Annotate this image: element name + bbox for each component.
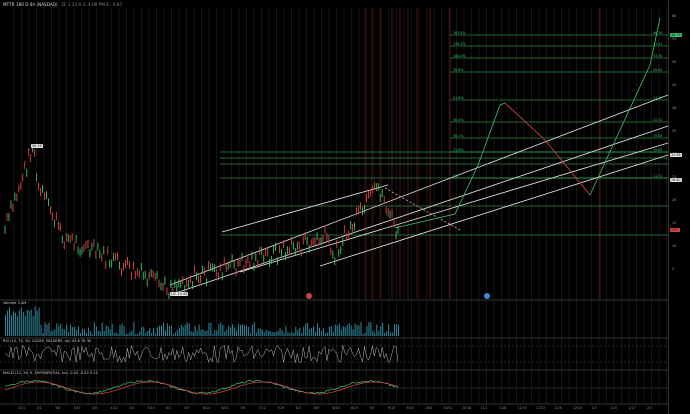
fib-price-label: 24.95 [653,96,663,100]
fib-level-label: 23.6% [453,148,464,152]
date-label: 4/12 [110,406,118,410]
rsi-series [0,344,668,364]
date-label: 1/10 [610,406,618,410]
date-label: 3/1 [36,406,42,410]
fib-price-label: 41.51 [653,42,663,46]
event-circle-red[interactable] [306,293,312,299]
axis-price-label: 20 [672,198,677,202]
volume-bars [5,306,400,336]
date-label: 11/22 [536,406,546,410]
date-label: 11/8 [499,406,507,410]
fib-level-label: 38.2% [453,134,464,138]
fib-level-label: 0% [453,174,459,178]
volume-label: Volume 3.4M [3,301,27,305]
projection-path [394,17,661,229]
event-circle-blue[interactable] [484,293,490,299]
axis-price-badge: 46.76 [670,33,682,37]
date-label: 7/6 [240,406,246,410]
axis-price-label: 5 [672,267,675,271]
fib-price-label: 19.84 [653,134,663,138]
fib-level-label: 50.0% [453,118,464,122]
axis-price-badge: 32.88 [670,153,682,157]
date-label: 2/1 [647,406,653,410]
date-label: 8/16 [332,406,340,410]
price-axis[interactable]: 60555045403530252015105 46.7632.8828.809… [668,0,690,414]
axis-price-label: 10 [672,244,677,248]
date-label: 2/21 [18,406,26,410]
axis-price-label: 45 [672,83,677,87]
date-label: 8/2 [295,406,301,410]
date-label: 5/10 [147,406,155,410]
date-label: 9/7 [369,406,375,410]
macd-label: MACD (12, 26, 9, EXPONENTIAL, no) -0.20 … [3,371,98,375]
axis-price-label: 35 [672,129,677,133]
date-label: 7/19 [277,406,285,410]
date-label: 5/3 [129,406,135,410]
high-marker: 96.28 [31,144,43,148]
date-label: 12/13 [573,406,583,410]
date-label: 4/5 [92,406,98,410]
fib-price-label: 33.30 [653,54,663,58]
date-label: 6/7 [184,406,190,410]
fib-level-label: 100.0% [453,54,466,58]
date-label: 9/20 [406,406,414,410]
fib-price-label: 22.41 [653,118,663,122]
axis-price-badge: 9.87 [670,228,680,232]
axis-price-label: 55 [672,37,677,41]
date-label: 6/1 [166,406,172,410]
fib-level-label: 78.6% [453,68,464,72]
fib-level-label: 161.8% [453,31,466,35]
rsi-label: RSI (14, 70, 30, CLOSE, WILDERS, no) 43.… [3,339,92,343]
axis-price-label: 15 [672,221,677,225]
date-label: 12/6 [554,406,562,410]
date-label: 11/15 [517,406,527,410]
date-label: 9/13 [388,406,396,410]
date-label: 10/11 [443,406,453,410]
fib-level-label: 138.2% [453,42,466,46]
fib-price-label: 11.51 [653,174,663,178]
fib-lines [220,34,668,236]
axis-price-label: 60 [672,14,677,18]
date-label: 8/9 [314,406,320,410]
macd-series [0,379,668,395]
date-label: 6/14 [203,406,211,410]
date-label: 11/1 [480,406,488,410]
axis-price-label: 40 [672,106,677,110]
axis-price-badge: 28.80 [670,178,682,182]
price-chart[interactable] [0,0,690,414]
fib-level-label: 61.8% [453,96,464,100]
date-label: 3/8 [55,406,61,410]
date-label: 10/18 [462,406,472,410]
date-label: 1/3 [591,406,597,410]
low-marker: LO: 10.45 [170,292,189,296]
date-label: 1/17 [628,406,636,410]
date-label: 10/4 [425,406,433,410]
axis-price-label: 50 [672,60,677,64]
fib-price-label: 16.65 [653,148,663,152]
fib-price-label: 46.76 [653,31,663,35]
date-label: 3/15 [73,406,81,410]
date-label: 7/12 [258,406,266,410]
fib-price-label: 28.62 [653,68,663,72]
date-label: 8/23 [351,406,359,410]
date-label: 6/21 [221,406,229,410]
